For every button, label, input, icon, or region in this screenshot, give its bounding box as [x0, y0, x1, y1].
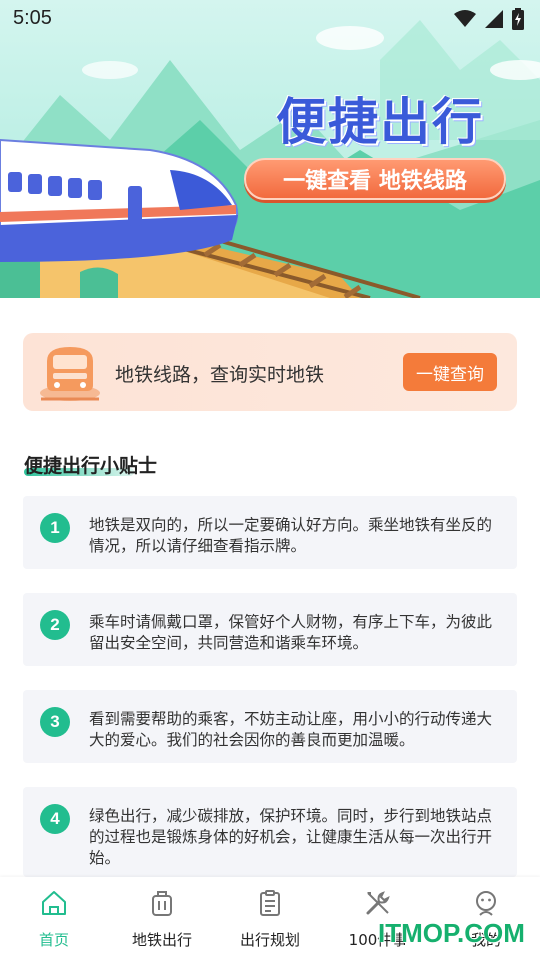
tip-text: 绿色出行，减少碳排放，保护环境。同时，步行到地铁站点的过程也是锻炼身体的好机会，… — [89, 807, 493, 867]
status-icons — [454, 8, 524, 30]
tip-number-badge: 3 — [40, 707, 70, 737]
clipboard-icon — [260, 890, 280, 916]
banner-title: 便捷出行 — [276, 93, 484, 151]
nav-label: 地铁出行 — [131, 931, 192, 949]
status-time: 5:05 — [13, 7, 52, 29]
nav-label: 首页 — [38, 931, 69, 949]
tools-icon — [366, 891, 390, 915]
status-bar: 5:05 — [0, 0, 540, 36]
banner-pill-text: 一键查看 地铁线路 — [283, 169, 467, 194]
tip-number-badge: 1 — [40, 513, 70, 543]
tip-number-badge: 4 — [40, 804, 70, 834]
tip-text: 地铁是双向的，所以一定要确认好方向。乘坐地铁有坐反的情况，所以请仔细查看指示牌。 — [89, 516, 493, 555]
nav-label: 出行规划 — [239, 931, 300, 949]
nav-item-travel-planning[interactable]: 出行规划 — [216, 877, 324, 960]
train-icon — [40, 347, 100, 401]
tip-card-2: 2 乘车时请佩戴口罩，保管好个人财物，有序上下车，为彼此留出安全空间，共同营造和… — [23, 593, 517, 666]
tip-card-4: 4 绿色出行，减少碳排放，保护环境。同时，步行到地铁站点的过程也是锻炼身体的好机… — [23, 787, 517, 877]
battery-charging-icon — [512, 8, 524, 30]
luggage-icon — [152, 891, 172, 916]
tip-text: 看到需要帮助的乘客，不妨主动让座，用小小的行动传递大大的爱心。我们的社会因你的善… — [89, 710, 493, 749]
watermark: ITMOP.COM — [378, 918, 525, 948]
query-card-text: 地铁线路，查询实时地铁 — [115, 364, 325, 386]
tip-number-badge: 2 — [40, 610, 70, 640]
tip-text: 乘车时请佩戴口罩，保管好个人财物，有序上下车，为彼此留出安全空间，共同营造和谐乘… — [89, 613, 493, 652]
one-click-query-button[interactable]: 一键查询 — [403, 353, 497, 391]
home-icon — [42, 891, 66, 915]
tips-heading: 便捷出行小贴士 — [24, 455, 158, 477]
tip-card-3: 3 看到需要帮助的乘客，不妨主动让座，用小小的行动传递大大的爱心。我们的社会因你… — [23, 690, 517, 763]
nav-item-home[interactable]: 首页 — [0, 877, 108, 960]
wifi-icon — [454, 10, 476, 27]
tip-card-1: 1 地铁是双向的，所以一定要确认好方向。乘坐地铁有坐反的情况，所以请仔细查看指示… — [23, 496, 517, 569]
profile-icon — [476, 891, 496, 916]
banner-pill[interactable]: 一键查看 地铁线路 — [244, 158, 506, 200]
query-card: 地铁线路，查询实时地铁 一键查询 — [23, 333, 517, 411]
nav-item-subway-travel[interactable]: 地铁出行 — [108, 877, 216, 960]
banner[interactable]: 便捷出行 一键查看 地铁线路 — [0, 0, 540, 298]
signal-icon — [485, 10, 503, 28]
